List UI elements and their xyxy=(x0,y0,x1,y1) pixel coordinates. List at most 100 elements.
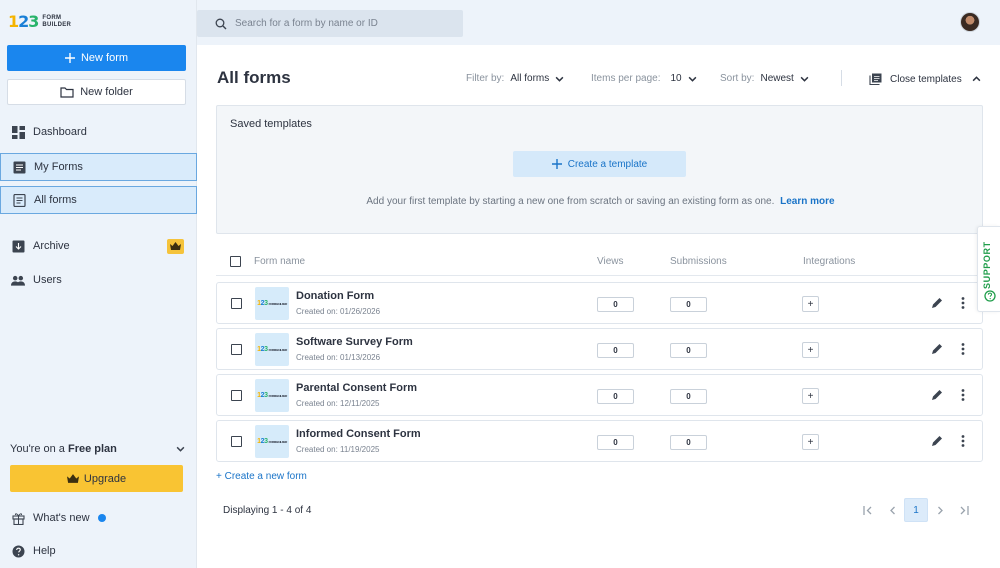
users-icon xyxy=(11,273,25,287)
gift-icon xyxy=(11,511,25,525)
create-new-form-link[interactable]: + Create a new form xyxy=(216,471,307,482)
sidebar-item-label: All forms xyxy=(34,194,77,206)
form-created-date: Created on: 01/26/2026 xyxy=(296,307,381,316)
table-row[interactable]: 123FORM BUILDER Software Survey Form Cre… xyxy=(216,328,983,370)
add-integration-button[interactable]: + xyxy=(802,296,819,312)
row-checkbox[interactable] xyxy=(231,344,242,355)
crown-icon xyxy=(66,474,79,483)
plus-icon xyxy=(64,53,75,63)
next-page-icon[interactable] xyxy=(930,498,950,522)
sidebar-item-all-forms[interactable]: All forms xyxy=(0,186,197,214)
more-vertical-icon[interactable] xyxy=(959,342,967,356)
sidebar-item-label: Archive xyxy=(33,240,70,252)
sidebar-item-archive[interactable]: Archive xyxy=(0,232,197,260)
thumb-logo-text: FORM BUILDER xyxy=(268,440,288,444)
edit-pencil-icon[interactable] xyxy=(930,434,944,448)
page-number-current[interactable]: 1 xyxy=(904,498,928,522)
sidebar: 123 FORM BUILDER New form New folder Dash… xyxy=(0,0,197,568)
last-page-icon[interactable] xyxy=(954,498,974,522)
row-checkbox[interactable] xyxy=(231,436,242,447)
saved-templates-title: Saved templates xyxy=(230,118,312,130)
thumb-logo-text: FORM BUILDER xyxy=(268,394,288,398)
submissions-count: 0 xyxy=(670,389,707,404)
row-checkbox[interactable] xyxy=(231,390,242,401)
more-vertical-icon[interactable] xyxy=(959,296,967,310)
sort-dropdown[interactable]: Sort by: Newest xyxy=(720,73,809,84)
plan-prefix: You're on a xyxy=(10,443,65,455)
form-name[interactable]: Software Survey Form xyxy=(296,336,413,348)
dashboard-icon xyxy=(11,125,25,139)
support-tab[interactable]: SUPPORT xyxy=(977,226,1000,312)
add-integration-button[interactable]: + xyxy=(802,434,819,450)
more-vertical-icon[interactable] xyxy=(959,434,967,448)
per-page-value: 10 xyxy=(670,73,682,84)
chevron-down-icon xyxy=(176,446,185,452)
close-templates-label: Close templates xyxy=(890,73,962,85)
items-per-page-dropdown[interactable]: Items per page: 10 xyxy=(591,73,697,84)
select-all-checkbox[interactable] xyxy=(230,256,241,267)
new-form-button[interactable]: New form xyxy=(7,45,186,71)
table-row[interactable]: 123FORM BUILDER Informed Consent Form Cr… xyxy=(216,420,983,462)
thumb-logo-text: FORM BUILDER xyxy=(268,302,288,306)
logo-digit: 3 xyxy=(28,12,39,31)
row-checkbox[interactable] xyxy=(231,298,242,309)
search-icon xyxy=(215,18,227,29)
create-template-label: Create a template xyxy=(567,158,648,170)
form-name[interactable]: Donation Form xyxy=(296,290,374,302)
form-thumbnail: 123FORM BUILDER xyxy=(255,425,289,458)
document-icon xyxy=(12,193,26,207)
form-thumbnail: 123FORM BUILDER xyxy=(255,379,289,412)
saved-templates-panel: Saved templates Create a template Add yo… xyxy=(216,105,983,234)
templates-icon xyxy=(869,73,882,85)
sidebar-item-label: Users xyxy=(33,274,62,286)
column-header-integrations[interactable]: Integrations xyxy=(803,256,855,267)
form-name[interactable]: Informed Consent Form xyxy=(296,428,421,440)
create-template-button[interactable]: Create a template xyxy=(513,151,686,177)
filter-dropdown[interactable]: Filter by: All forms xyxy=(466,73,564,84)
thumb-logo-digit: 3 xyxy=(264,346,268,353)
plan-name: Free plan xyxy=(67,443,117,455)
search-bar[interactable] xyxy=(197,10,463,37)
column-header-views[interactable]: Views xyxy=(597,256,624,267)
pagination-summary: Displaying 1 - 4 of 4 xyxy=(223,505,312,516)
sort-value: Newest xyxy=(760,73,794,84)
user-avatar[interactable] xyxy=(960,12,980,32)
submissions-count: 0 xyxy=(670,343,707,358)
views-count: 0 xyxy=(597,389,634,404)
previous-page-icon[interactable] xyxy=(882,498,902,522)
premium-crown-icon xyxy=(167,238,184,254)
help-link[interactable]: Help xyxy=(0,537,197,565)
more-vertical-icon[interactable] xyxy=(959,388,967,402)
column-header-form-name[interactable]: Form name xyxy=(254,256,305,267)
edit-pencil-icon[interactable] xyxy=(930,342,944,356)
sidebar-item-my-forms[interactable]: My Forms xyxy=(0,153,197,181)
form-name[interactable]: Parental Consent Form xyxy=(296,382,417,394)
whats-new-link[interactable]: What's new xyxy=(0,504,197,532)
page-title: All forms xyxy=(217,68,291,87)
new-form-label: New form xyxy=(80,52,129,64)
support-chat-icon xyxy=(984,290,996,302)
upgrade-button[interactable]: Upgrade xyxy=(10,465,183,492)
first-page-icon[interactable] xyxy=(858,498,878,522)
close-templates-toggle[interactable]: Close templates xyxy=(869,73,981,85)
new-folder-label: New folder xyxy=(80,86,133,98)
add-integration-button[interactable]: + xyxy=(802,388,819,404)
sidebar-item-users[interactable]: Users xyxy=(0,266,197,294)
add-integration-button[interactable]: + xyxy=(802,342,819,358)
sidebar-item-dashboard[interactable]: Dashboard xyxy=(0,118,197,146)
search-input[interactable] xyxy=(235,18,455,29)
logo-digit: 2 xyxy=(18,12,29,31)
thumb-logo-digit: 3 xyxy=(264,300,268,307)
new-folder-button[interactable]: New folder xyxy=(7,79,186,105)
plan-selector[interactable]: You're on a Free plan xyxy=(10,443,185,455)
table-row[interactable]: 123FORM BUILDER Parental Consent Form Cr… xyxy=(216,374,983,416)
table-row[interactable]: 123FORM BUILDER Donation Form Created on… xyxy=(216,282,983,324)
edit-pencil-icon[interactable] xyxy=(930,388,944,402)
logo-text: FORM xyxy=(42,14,62,21)
column-header-submissions[interactable]: Submissions xyxy=(670,256,727,267)
learn-more-link[interactable]: Learn more xyxy=(780,196,834,207)
table-header: Form name Views Submissions Integrations xyxy=(216,250,983,276)
edit-pencil-icon[interactable] xyxy=(930,296,944,310)
submissions-count: 0 xyxy=(670,297,707,312)
app-logo[interactable]: 123 FORM BUILDER xyxy=(8,12,71,31)
